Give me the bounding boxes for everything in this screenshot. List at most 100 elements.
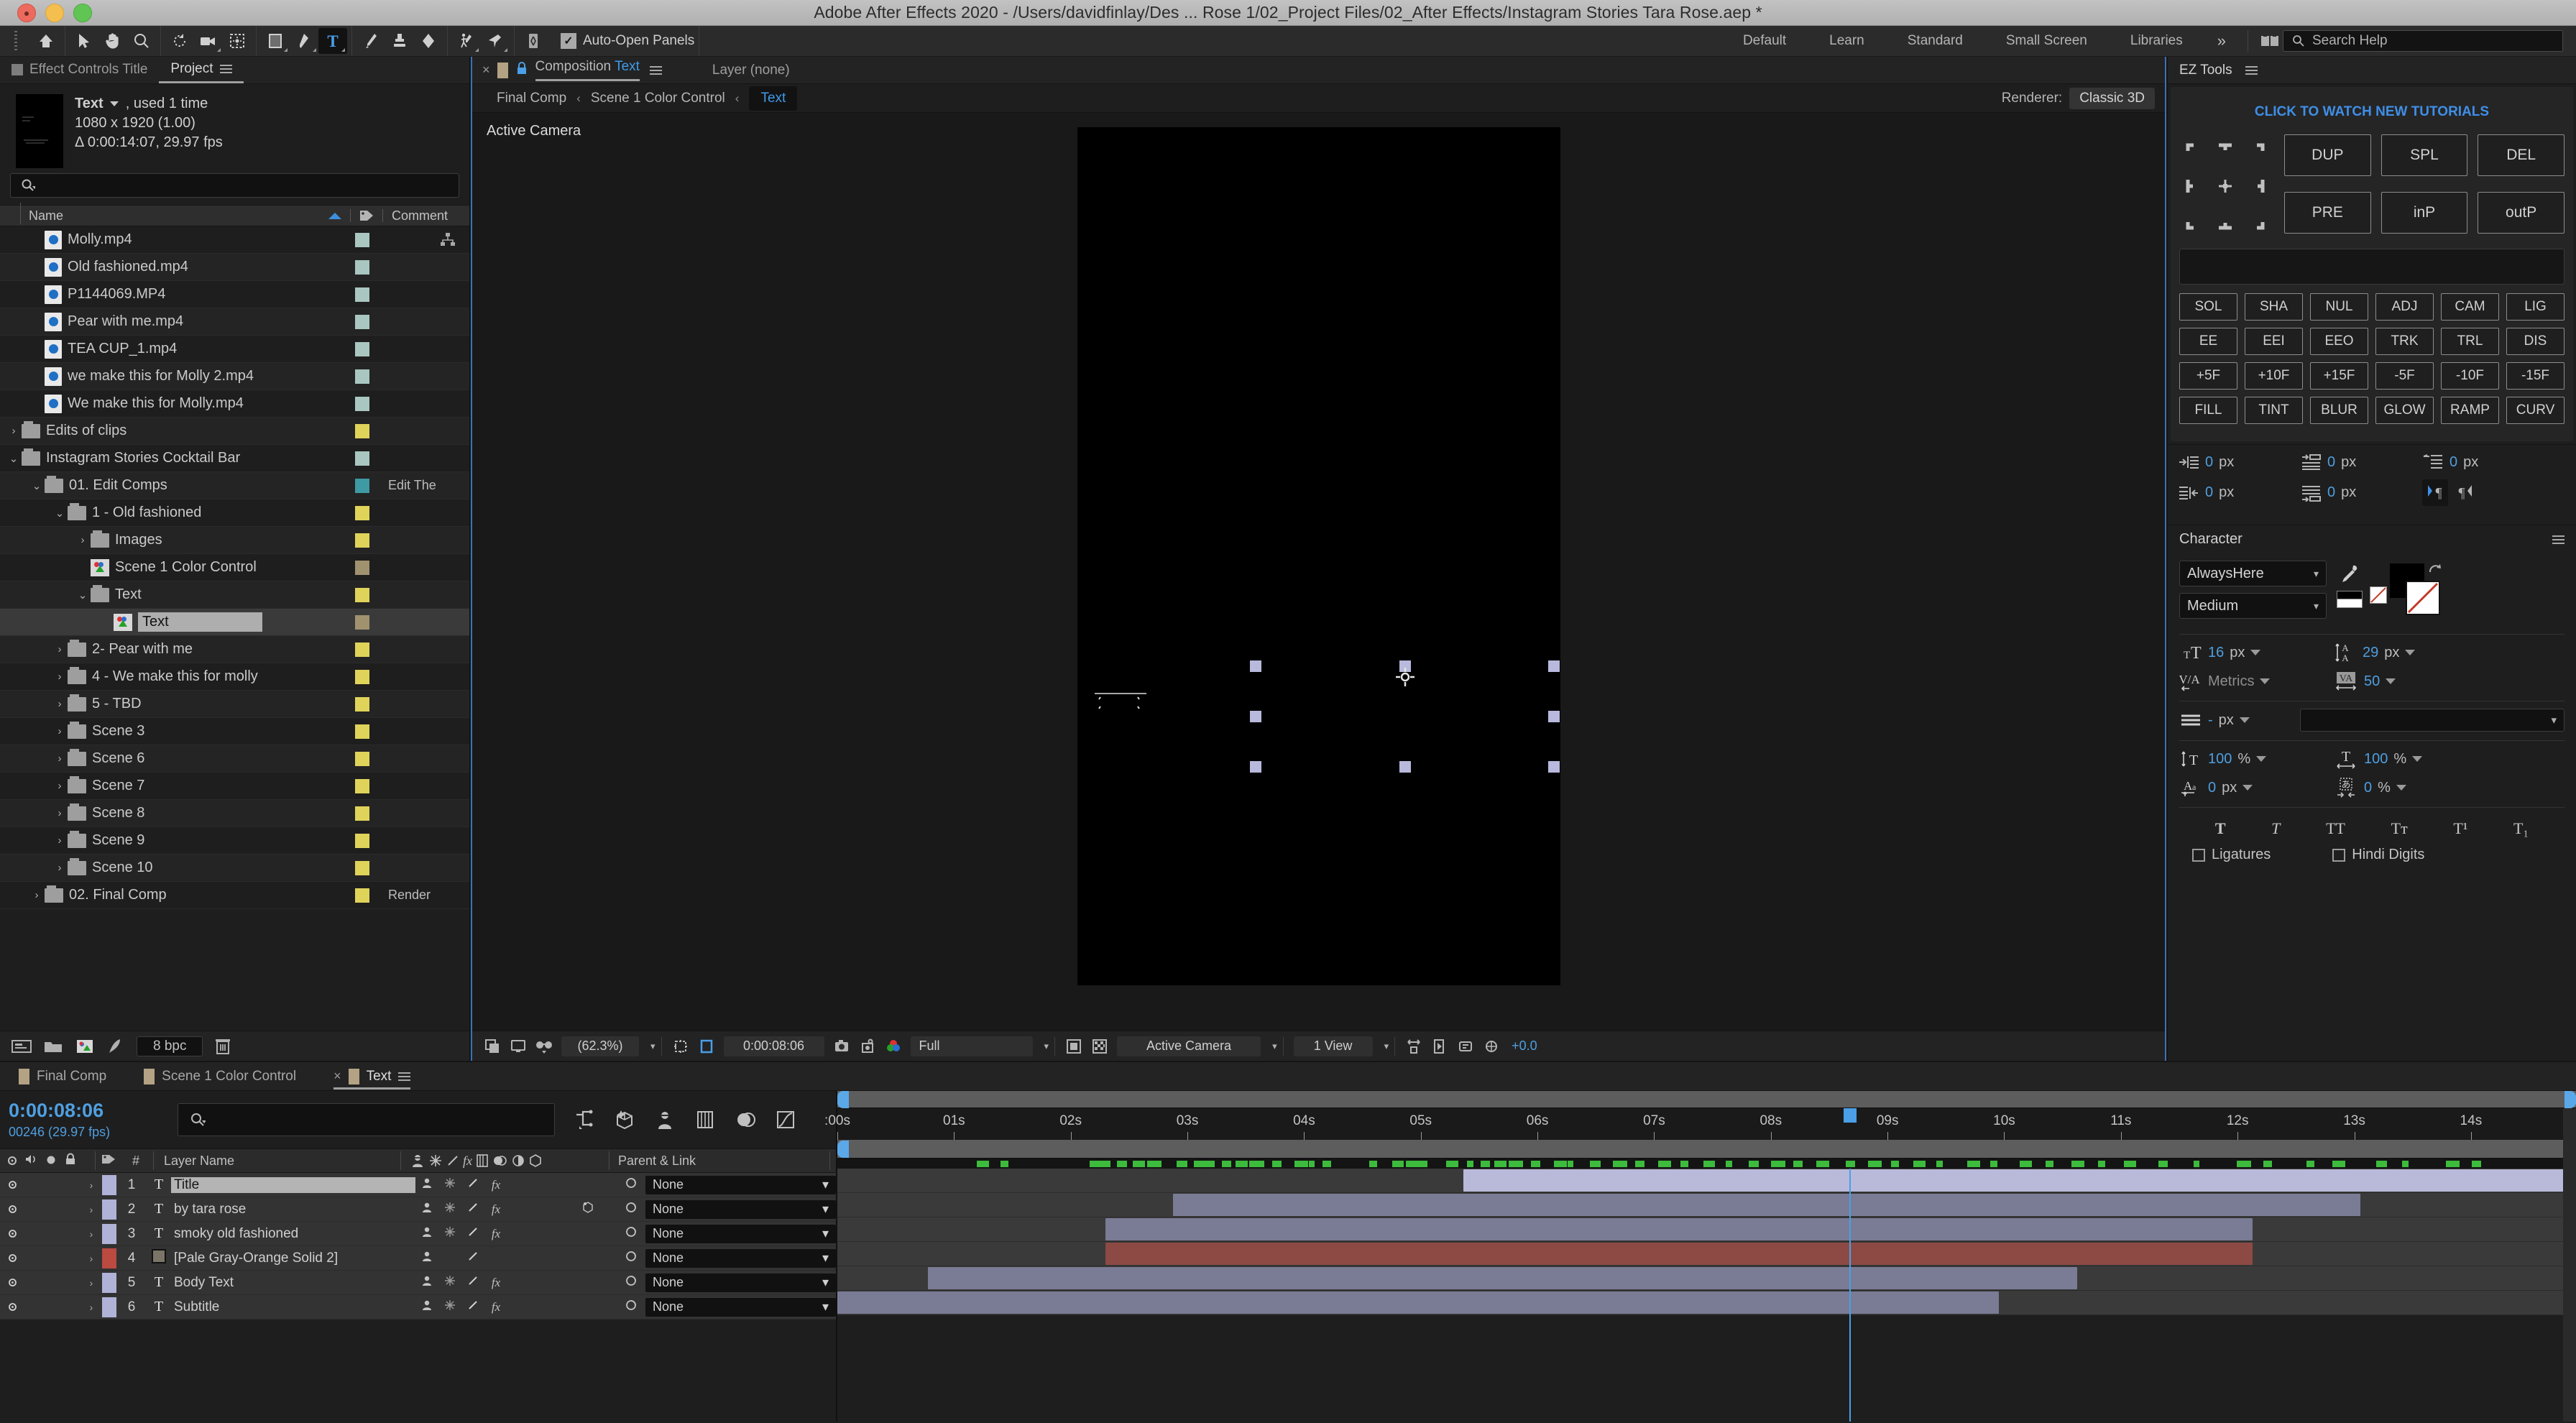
ez-button-15f[interactable]: -15F	[2506, 362, 2564, 390]
timeline-tab-scene1[interactable]: Scene 1 Color Control	[125, 1062, 315, 1091]
layer-name[interactable]: Subtitle	[171, 1299, 415, 1315]
parent-select[interactable]: None▾	[645, 1200, 836, 1219]
layer-expand-arrow[interactable]: ›	[80, 1302, 102, 1313]
chevron-down-icon[interactable]	[2240, 717, 2250, 723]
ez-button-curv[interactable]: CURV	[2506, 397, 2564, 424]
layer-duration-bar[interactable]	[1463, 1169, 2576, 1192]
shy-toggle[interactable]	[415, 1202, 438, 1217]
sort-ascending-icon[interactable]	[328, 213, 341, 219]
character-panel-menu-icon[interactable]	[2552, 535, 2564, 544]
shy-toggle[interactable]	[415, 1251, 438, 1266]
font-style-select[interactable]: Medium ▾	[2179, 593, 2327, 619]
ez-button-spl[interactable]: SPL	[2381, 134, 2468, 176]
layer-duration-bar[interactable]	[1105, 1218, 2253, 1240]
brush-tool-icon[interactable]	[356, 28, 385, 54]
continuous-rasterize-toggle[interactable]	[438, 1226, 461, 1241]
chevron-down-icon[interactable]	[2250, 650, 2260, 655]
faux-bold-button[interactable]: T	[2215, 819, 2226, 838]
workspace-learn[interactable]: Learn	[1808, 33, 1886, 49]
item-label-color[interactable]	[355, 752, 369, 766]
composition-canvas[interactable]	[1077, 127, 1560, 985]
panel-menu-icon[interactable]	[220, 65, 232, 73]
layer-visibility-toggle[interactable]	[0, 1179, 24, 1190]
disclosure-triangle-icon[interactable]: ›	[52, 780, 68, 792]
ez-tools-keyframe-buttons[interactable]: EEEEIEEOTRKTRLDIS	[2179, 328, 2564, 355]
parent-select[interactable]: None▾	[645, 1298, 836, 1317]
all-caps-button[interactable]: TT	[2326, 819, 2345, 838]
project-item-label[interactable]: TEA CUP_1.mp4	[68, 341, 177, 357]
item-label-color[interactable]	[355, 424, 369, 438]
layer-duration-bar[interactable]	[928, 1267, 2077, 1289]
layer-expand-arrow[interactable]: ›	[80, 1179, 102, 1191]
search-help-input[interactable]: Search Help	[2283, 30, 2563, 52]
indent-right-field[interactable]: 0 px	[2178, 484, 2300, 502]
tab-effect-controls[interactable]: Effect Controls Title	[0, 56, 159, 83]
pan-behind-tool-icon[interactable]	[223, 28, 252, 54]
item-label-color[interactable]	[355, 779, 369, 793]
indent-first-field[interactable]: 0 px	[2300, 453, 2422, 471]
layer-name[interactable]: by tara rose	[171, 1202, 415, 1217]
selection-handle-bc[interactable]	[1399, 761, 1411, 773]
selection-tool-icon[interactable]	[70, 28, 98, 54]
project-item-label[interactable]: Scene 10	[92, 860, 153, 876]
ez-tools-menu-icon[interactable]	[2245, 66, 2258, 75]
kerning-field[interactable]: V/A Metrics	[2179, 671, 2334, 692]
parent-select[interactable]: None▾	[645, 1225, 836, 1243]
project-tree-row[interactable]: ›Scene 7	[0, 773, 469, 800]
layer-switches[interactable]: fx	[415, 1177, 624, 1192]
disclosure-triangle-icon[interactable]: ⌄	[29, 479, 45, 492]
font-family-select[interactable]: AlwaysHere ▾	[2179, 561, 2327, 586]
ez-tools-frame-buttons[interactable]: +5F+10F+15F-5F-10F-15F	[2179, 362, 2564, 390]
ez-button-outp[interactable]: outP	[2478, 192, 2564, 234]
work-area-bar[interactable]	[837, 1140, 2576, 1159]
parent-select[interactable]: None▾	[645, 1274, 836, 1292]
quality-toggle[interactable]	[461, 1299, 484, 1314]
toolbar-grip[interactable]	[10, 31, 22, 51]
space-before-field[interactable]: 0 px	[2422, 453, 2544, 471]
timeline-zoom-bar[interactable]	[837, 1091, 2576, 1108]
region-of-interest-icon[interactable]	[694, 1034, 719, 1059]
no-color-swatch[interactable]	[2370, 586, 2387, 604]
composition-mini-flowchart-icon[interactable]	[574, 1109, 595, 1130]
layer-expand-arrow[interactable]: ›	[80, 1204, 102, 1215]
draft-3d-icon[interactable]	[614, 1109, 635, 1130]
disclosure-triangle-icon[interactable]: ›	[52, 643, 68, 655]
chevron-down-icon[interactable]	[2256, 756, 2266, 762]
chevron-down-icon[interactable]	[110, 101, 119, 106]
anchor-point-icon[interactable]	[1394, 666, 1413, 685]
shy-toggle[interactable]	[415, 1177, 438, 1192]
item-label-color[interactable]	[355, 260, 369, 275]
chevron-down-icon[interactable]	[2405, 650, 2415, 655]
item-label-color[interactable]	[355, 643, 369, 657]
layer-parent-link[interactable]: None▾	[624, 1274, 836, 1292]
horizontal-scale-field[interactable]: T 100 %	[2334, 748, 2488, 770]
grid-guides-icon[interactable]	[668, 1034, 694, 1059]
ez-button-inp[interactable]: inP	[2381, 192, 2468, 234]
ez-button-10f[interactable]: +10F	[2245, 362, 2303, 390]
rotation-tool-icon[interactable]	[165, 28, 194, 54]
item-comment[interactable]: Render	[388, 888, 431, 903]
timeline-zoom-left-handle[interactable]	[837, 1091, 849, 1108]
baseline-shift-field[interactable]: Aa 0 px	[2179, 778, 2334, 798]
ez-button-trl[interactable]: TRL	[2441, 328, 2499, 355]
ez-button-eeo[interactable]: EEO	[2310, 328, 2368, 355]
disclosure-triangle-icon[interactable]: ›	[52, 834, 68, 847]
disclosure-triangle-icon[interactable]: ›	[52, 698, 68, 710]
project-tree-row[interactable]: we make this for Molly 2.mp4	[0, 363, 469, 390]
continuous-rasterize-toggle[interactable]	[438, 1299, 461, 1314]
3d-glasses-icon[interactable]	[531, 1034, 557, 1059]
project-tree-row[interactable]: ›Scene 9	[0, 827, 469, 855]
project-tree-row[interactable]: Pear with me.mp4	[0, 308, 469, 336]
faux-italic-button[interactable]: T	[2271, 819, 2280, 838]
home-icon[interactable]	[32, 28, 60, 54]
selection-handle-bl[interactable]	[1250, 761, 1261, 773]
item-label-color[interactable]	[355, 233, 369, 247]
hindi-digits-checkbox[interactable]: Hindi Digits	[2332, 847, 2424, 863]
3d-layer-toggle[interactable]	[576, 1201, 599, 1217]
timeline-search-input[interactable]	[178, 1103, 555, 1136]
item-label-color[interactable]	[355, 397, 369, 411]
timeline-zoom-right-handle[interactable]	[2564, 1091, 2576, 1108]
layer-color-swatch[interactable]	[102, 1224, 116, 1244]
disclosure-triangle-icon[interactable]: ›	[52, 752, 68, 765]
disclosure-triangle-icon[interactable]: ⌄	[6, 452, 22, 465]
